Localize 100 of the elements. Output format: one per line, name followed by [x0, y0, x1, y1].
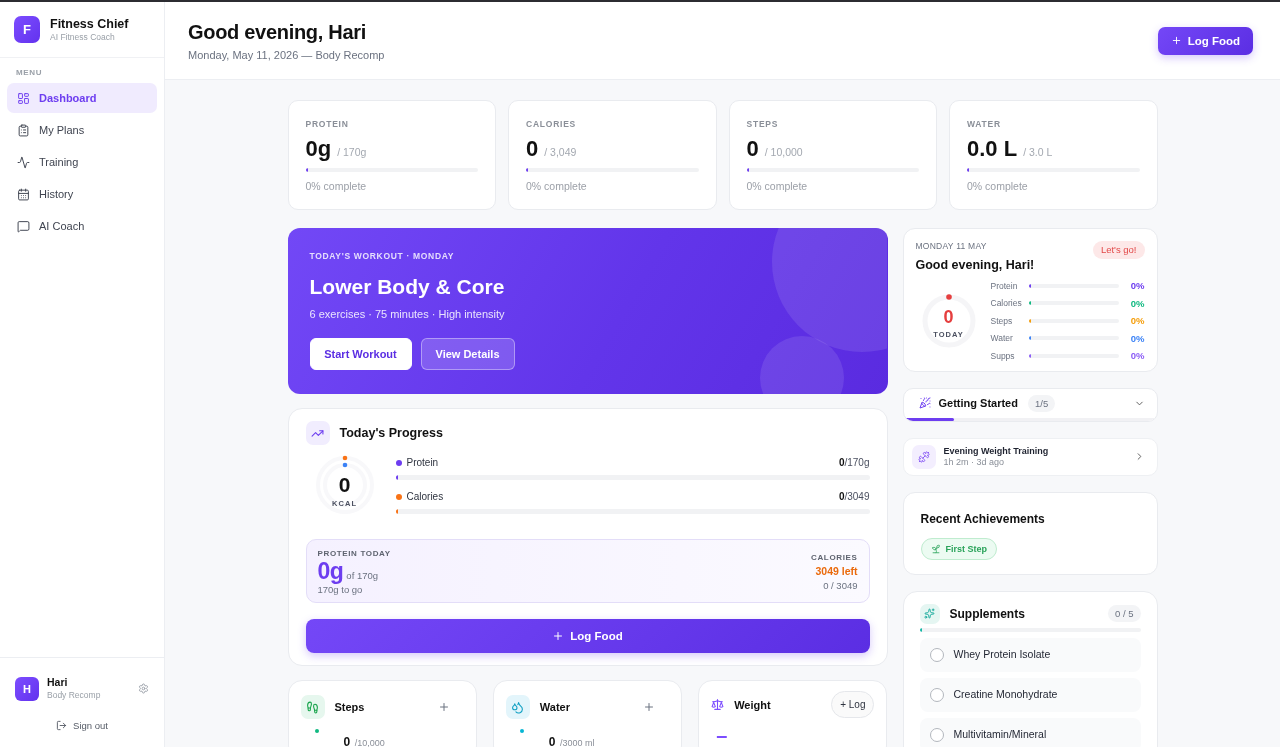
stat-target: / 3,049	[544, 146, 577, 158]
view-details-button[interactable]: View Details	[420, 338, 515, 370]
protein-goal: of 170g	[346, 570, 379, 582]
add-button[interactable]	[643, 701, 656, 713]
sign-out-button[interactable]: Sign out	[52, 718, 112, 733]
metric-percent: 0%	[1130, 350, 1145, 362]
metric-label: Supps	[990, 350, 1016, 361]
ring-value: 0	[943, 308, 954, 327]
log-food-button[interactable]: Log Food	[1157, 26, 1253, 55]
settings-icon	[138, 683, 149, 694]
calories-left: 3049 left	[815, 565, 858, 578]
page-subtitle: Monday, May 11, 2026 — Body Recomp	[188, 48, 385, 62]
stat-value: 0.0 L	[967, 137, 1018, 161]
supplement-radio[interactable]	[929, 647, 944, 662]
card-title: Supplements	[949, 605, 1025, 622]
nav-item[interactable]: History	[7, 179, 157, 209]
workout-title: Lower Body & Core	[309, 274, 506, 300]
nav-item[interactable]: AI Coach	[7, 211, 157, 241]
session-title: Evening Weight Training	[943, 445, 1049, 457]
sprout-icon	[930, 543, 941, 554]
count-badge: 0 / 5	[1108, 605, 1141, 622]
status-badge: Let's go!	[1092, 241, 1145, 259]
supplement-name: Whey Protein Isolate	[953, 648, 1051, 661]
supplement-item[interactable]: Whey Protein Isolate	[919, 637, 1141, 672]
droplets-icon	[505, 695, 530, 719]
today-date: MONDAY 11 MAY	[915, 241, 988, 252]
getting-started-toggle[interactable]: Getting Started 1/5	[903, 388, 1157, 418]
metric-label: Protein	[990, 280, 1019, 291]
sparkles-icon	[919, 603, 940, 624]
session-meta: 1h 2m · 3d ago	[943, 456, 1005, 468]
calendar-icon	[17, 187, 30, 201]
trend-up-icon	[305, 421, 330, 445]
stat-caption: 0% complete	[967, 180, 1029, 192]
user-plan: Body Recomp	[47, 689, 101, 701]
card-title: Steps	[334, 700, 365, 715]
stat-label: CALORIES	[526, 119, 578, 129]
plus-icon	[1170, 35, 1182, 46]
user-avatar: H	[15, 676, 39, 701]
logout-icon	[56, 720, 68, 731]
session-card[interactable]: Evening Weight Training 1h 2m · 3d ago	[902, 437, 1158, 476]
metric-label: Water	[990, 333, 1014, 344]
supplement-item[interactable]: Creatine Monohydrate	[919, 677, 1141, 712]
nav-item[interactable]: Dashboard	[7, 83, 157, 113]
tracker-value: 0	[548, 735, 556, 747]
pulse-line-icon	[17, 155, 30, 169]
plus-icon	[552, 630, 565, 642]
dumbbell-icon	[911, 444, 936, 469]
tracker-target: /3000 ml	[559, 738, 595, 747]
start-workout-button[interactable]: Start Workout	[309, 338, 412, 370]
nav-item[interactable]: Training	[7, 147, 157, 177]
supplement-item[interactable]: Multivitamin/Mineral	[919, 717, 1141, 747]
stat-label: PROTEIN	[305, 119, 350, 129]
menu-label: MENU	[16, 68, 43, 78]
plus-icon	[643, 701, 656, 713]
brand-tagline: AI Fitness Coach	[50, 31, 115, 43]
party-popper-icon	[918, 397, 931, 409]
dashboard-grid-icon	[17, 91, 30, 105]
supplement-name: Creatine Monohydrate	[953, 688, 1058, 701]
macro-amount: 0/170g	[838, 456, 870, 469]
tracker-target: /10,000	[354, 738, 385, 747]
ring-value: 0	[338, 474, 351, 495]
weight-value: –	[715, 728, 729, 742]
macro-label: Protein	[406, 456, 439, 469]
card-title: Water	[539, 700, 570, 715]
chat-bubble-icon	[17, 219, 30, 233]
metric-percent: 0%	[1130, 297, 1145, 309]
settings-button[interactable]	[138, 683, 149, 694]
stat-target: / 10,000	[764, 146, 803, 158]
macro-amount: 0/3049	[838, 490, 870, 503]
macro-label: Calories	[406, 490, 444, 503]
stat-label: WATER	[967, 119, 1002, 129]
footprints-icon	[300, 695, 325, 719]
metric-percent: 0%	[1130, 332, 1145, 344]
stat-target: / 170g	[337, 146, 367, 158]
metric-label: Steps	[990, 315, 1014, 326]
achievement-label: First Step	[945, 543, 987, 554]
clipboard-icon	[17, 123, 30, 137]
log-food-button[interactable]: Log Food	[305, 619, 870, 653]
user-name: Hari	[47, 676, 68, 689]
metric-percent: 0%	[1130, 280, 1145, 292]
stat-value: 0	[746, 137, 759, 161]
ring-cap-dot-icon	[945, 293, 952, 300]
count-badge: 1/5	[1027, 394, 1056, 412]
summary-label: PROTEIN TODAY	[317, 549, 391, 559]
stat-caption: 0% complete	[305, 180, 368, 192]
brand-logo: F	[14, 16, 40, 43]
stat-label: STEPS	[746, 119, 780, 129]
add-button[interactable]	[437, 701, 450, 713]
card-title: Recent Achievements	[920, 510, 1046, 527]
supplement-radio[interactable]	[929, 727, 944, 742]
stat-value: 0g	[305, 137, 332, 161]
stat-target: / 3.0 L	[1023, 146, 1053, 158]
calories-label: CALORIES	[811, 553, 858, 563]
protein-remaining: 170g to go	[317, 584, 364, 596]
calories-total: 0 / 3049	[823, 580, 858, 592]
brand-name: Fitness Chief	[50, 16, 129, 32]
supplement-radio[interactable]	[929, 687, 944, 702]
nav-item[interactable]: My Plans	[7, 115, 157, 145]
log-weight-button[interactable]: + Log	[831, 691, 875, 718]
today-greeting: Good evening, Hari!	[915, 258, 1035, 273]
